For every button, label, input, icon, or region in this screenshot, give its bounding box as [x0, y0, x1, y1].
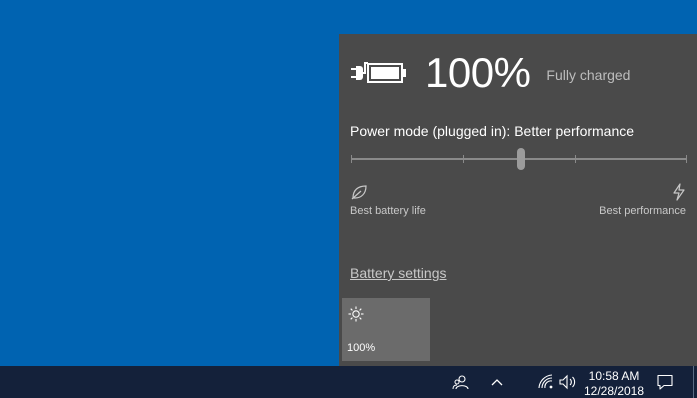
battery-settings-link[interactable]: Battery settings [350, 265, 447, 281]
best-performance-label: Best performance [599, 205, 686, 217]
taskbar: 10:58 AM 12/28/2018 [0, 366, 697, 398]
volume-icon[interactable] [558, 366, 578, 398]
chevron-up-icon[interactable] [485, 366, 509, 398]
slider-tick [686, 155, 687, 163]
battery-percentage: 100% [425, 49, 531, 96]
show-desktop-button[interactable] [693, 366, 697, 398]
battery-status-row: 100% Fully charged [349, 48, 630, 98]
battery-charge-status: Fully charged [546, 67, 631, 83]
action-center-icon[interactable] [652, 366, 678, 398]
battery-flyout: 100% Fully charged Power mode (plugged i… [339, 34, 697, 366]
brightness-icon [348, 306, 364, 322]
clock-time: 10:58 AM [588, 369, 640, 383]
network-wifi-icon[interactable] [536, 366, 556, 398]
brightness-value: 100% [347, 342, 376, 354]
slider-thumb[interactable] [517, 148, 525, 170]
power-mode-label: Power mode (plugged in): Better performa… [350, 123, 635, 139]
best-battery-life-label: Best battery life [350, 205, 426, 217]
leaf-icon [350, 183, 368, 201]
slider-tick [575, 155, 576, 163]
brightness-tile[interactable]: 100% [342, 298, 430, 361]
clock-date: 12/28/2018 [583, 384, 645, 397]
slider-tick [351, 155, 352, 163]
lightning-icon [670, 183, 688, 201]
power-mode-slider[interactable] [351, 148, 687, 170]
battery-plugged-in-icon [349, 58, 407, 88]
people-icon[interactable] [448, 366, 474, 398]
slider-tick [463, 155, 464, 163]
taskbar-clock[interactable]: 10:58 AM 12/28/2018 [576, 369, 652, 397]
